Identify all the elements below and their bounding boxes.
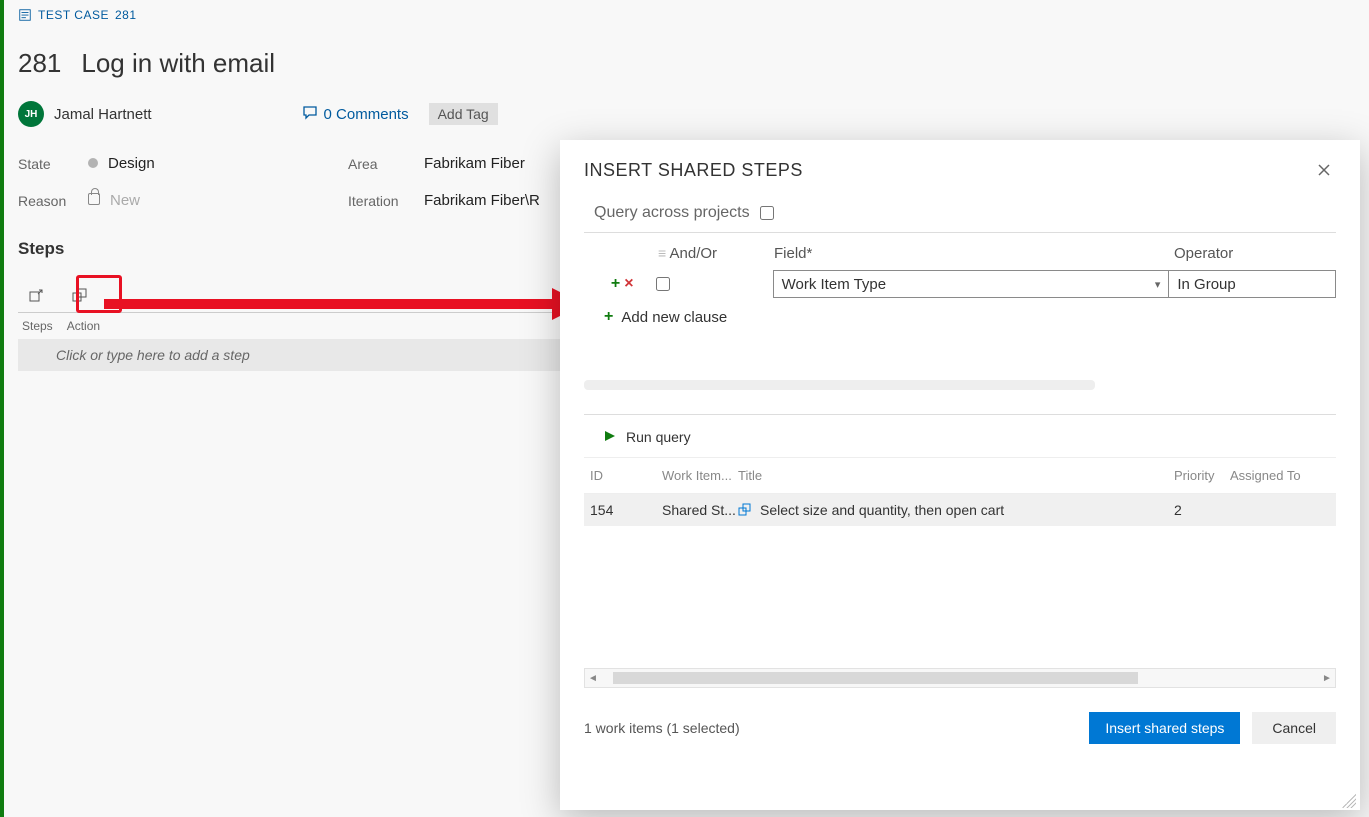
dialog-header: INSERT SHARED STEPS xyxy=(584,158,1336,182)
remove-clause-icon[interactable]: × xyxy=(624,275,633,293)
dialog-results-scrollbar[interactable]: ◄ ► xyxy=(584,668,1336,688)
result-id: 154 xyxy=(590,502,662,518)
assignee-name[interactable]: Jamal Hartnett xyxy=(54,106,152,123)
comments-link[interactable]: 0 Comments xyxy=(302,104,409,124)
dialog-close-button[interactable] xyxy=(1312,158,1336,182)
state-label: State xyxy=(18,156,88,172)
col-assigned-header[interactable]: Assigned To xyxy=(1230,468,1330,483)
col-title-header[interactable]: Title xyxy=(738,468,1174,483)
header-andor: ≡ And/Or xyxy=(658,245,774,262)
cancel-button[interactable]: Cancel xyxy=(1252,712,1336,744)
header-operator: Operator xyxy=(1174,245,1324,262)
field-select-value: Work Item Type xyxy=(782,276,886,293)
run-query-label: Run query xyxy=(626,429,691,445)
col-steps: Steps xyxy=(22,319,53,333)
insert-shared-steps-dialog: INSERT SHARED STEPS Query across project… xyxy=(560,140,1360,810)
work-item-title[interactable]: Log in with email xyxy=(81,48,275,79)
iteration-label: Iteration xyxy=(348,193,424,209)
grip-icon: ≡ xyxy=(658,245,666,261)
meta-row: JH Jamal Hartnett 0 Comments Add Tag xyxy=(18,101,1353,127)
breadcrumb-id: 281 xyxy=(115,8,137,22)
query-across-checkbox[interactable] xyxy=(760,206,774,220)
area-label: Area xyxy=(348,156,424,172)
operator-select-value: In Group xyxy=(1177,276,1235,293)
col-type-header[interactable]: Work Item... xyxy=(662,468,738,483)
comment-icon xyxy=(302,104,318,124)
insert-shared-steps-confirm-button[interactable]: Insert shared steps xyxy=(1089,712,1240,744)
result-type: Shared St... xyxy=(662,502,738,518)
clause-row: + × Work Item Type ▾ In Group xyxy=(584,270,1336,298)
plus-icon: + xyxy=(604,308,613,326)
title-row: 281 Log in with email xyxy=(18,48,1353,79)
clause-checkbox[interactable] xyxy=(656,277,670,291)
play-icon xyxy=(604,429,616,445)
col-action: Action xyxy=(67,319,100,333)
insert-step-button[interactable] xyxy=(18,280,54,310)
result-title: Select size and quantity, then open cart xyxy=(760,502,1004,518)
result-title-cell: Select size and quantity, then open cart xyxy=(738,502,1174,518)
clause-actions: + × xyxy=(584,275,636,293)
col-id-header[interactable]: ID xyxy=(590,468,662,483)
resize-grip-icon[interactable] xyxy=(1342,794,1356,808)
result-row[interactable]: 154 Shared St... Select size and quantit… xyxy=(584,494,1336,526)
lock-icon xyxy=(88,193,100,205)
footer-status: 1 work items (1 selected) xyxy=(584,720,740,736)
add-clause-icon[interactable]: + xyxy=(611,275,620,293)
dialog-footer: 1 work items (1 selected) Insert shared … xyxy=(584,712,1336,744)
add-new-clause-button[interactable]: + Add new clause xyxy=(584,308,1336,326)
state-dot-icon xyxy=(88,158,98,168)
col-priority-header[interactable]: Priority xyxy=(1174,468,1230,483)
results-header: ID Work Item... Title Priority Assigned … xyxy=(584,458,1336,494)
test-case-icon xyxy=(18,8,32,22)
footer-buttons: Insert shared steps Cancel xyxy=(1089,712,1336,744)
reason-value[interactable]: New xyxy=(88,192,348,209)
header-field: Field* xyxy=(774,245,1174,262)
result-priority: 2 xyxy=(1174,502,1230,518)
field-select[interactable]: Work Item Type ▾ xyxy=(773,270,1170,298)
andor-cell xyxy=(636,277,773,291)
result-assigned xyxy=(1230,502,1330,518)
scroll-left-arrow-icon[interactable]: ◄ xyxy=(585,673,601,684)
query-across-projects-row: Query across projects xyxy=(584,204,1336,233)
clause-header-row: ≡ And/Or Field* Operator xyxy=(584,245,1336,262)
operator-cell: In Group xyxy=(1169,270,1336,298)
reason-label: Reason xyxy=(18,193,88,209)
scroll-thumb[interactable] xyxy=(613,672,1138,684)
dialog-title: INSERT SHARED STEPS xyxy=(584,160,803,181)
breadcrumb-type: TEST CASE xyxy=(38,8,109,22)
annotation-highlight xyxy=(76,275,122,313)
operator-select[interactable]: In Group xyxy=(1169,270,1336,298)
comments-label: 0 Comments xyxy=(324,106,409,123)
horizontal-scroll-stub[interactable] xyxy=(584,380,1095,390)
scroll-right-arrow-icon[interactable]: ► xyxy=(1319,673,1335,684)
work-item-id: 281 xyxy=(18,48,61,79)
avatar[interactable]: JH xyxy=(18,101,44,127)
field-cell: Work Item Type ▾ xyxy=(773,270,1170,298)
shared-step-icon xyxy=(738,503,752,517)
query-across-label: Query across projects xyxy=(594,204,750,222)
add-tag-button[interactable]: Add Tag xyxy=(429,103,498,125)
chevron-down-icon: ▾ xyxy=(1155,278,1161,291)
state-value[interactable]: Design xyxy=(88,155,348,172)
add-clause-label: Add new clause xyxy=(621,309,727,326)
breadcrumb[interactable]: TEST CASE 281 xyxy=(18,8,1353,22)
run-query-button[interactable]: Run query xyxy=(584,415,1336,458)
